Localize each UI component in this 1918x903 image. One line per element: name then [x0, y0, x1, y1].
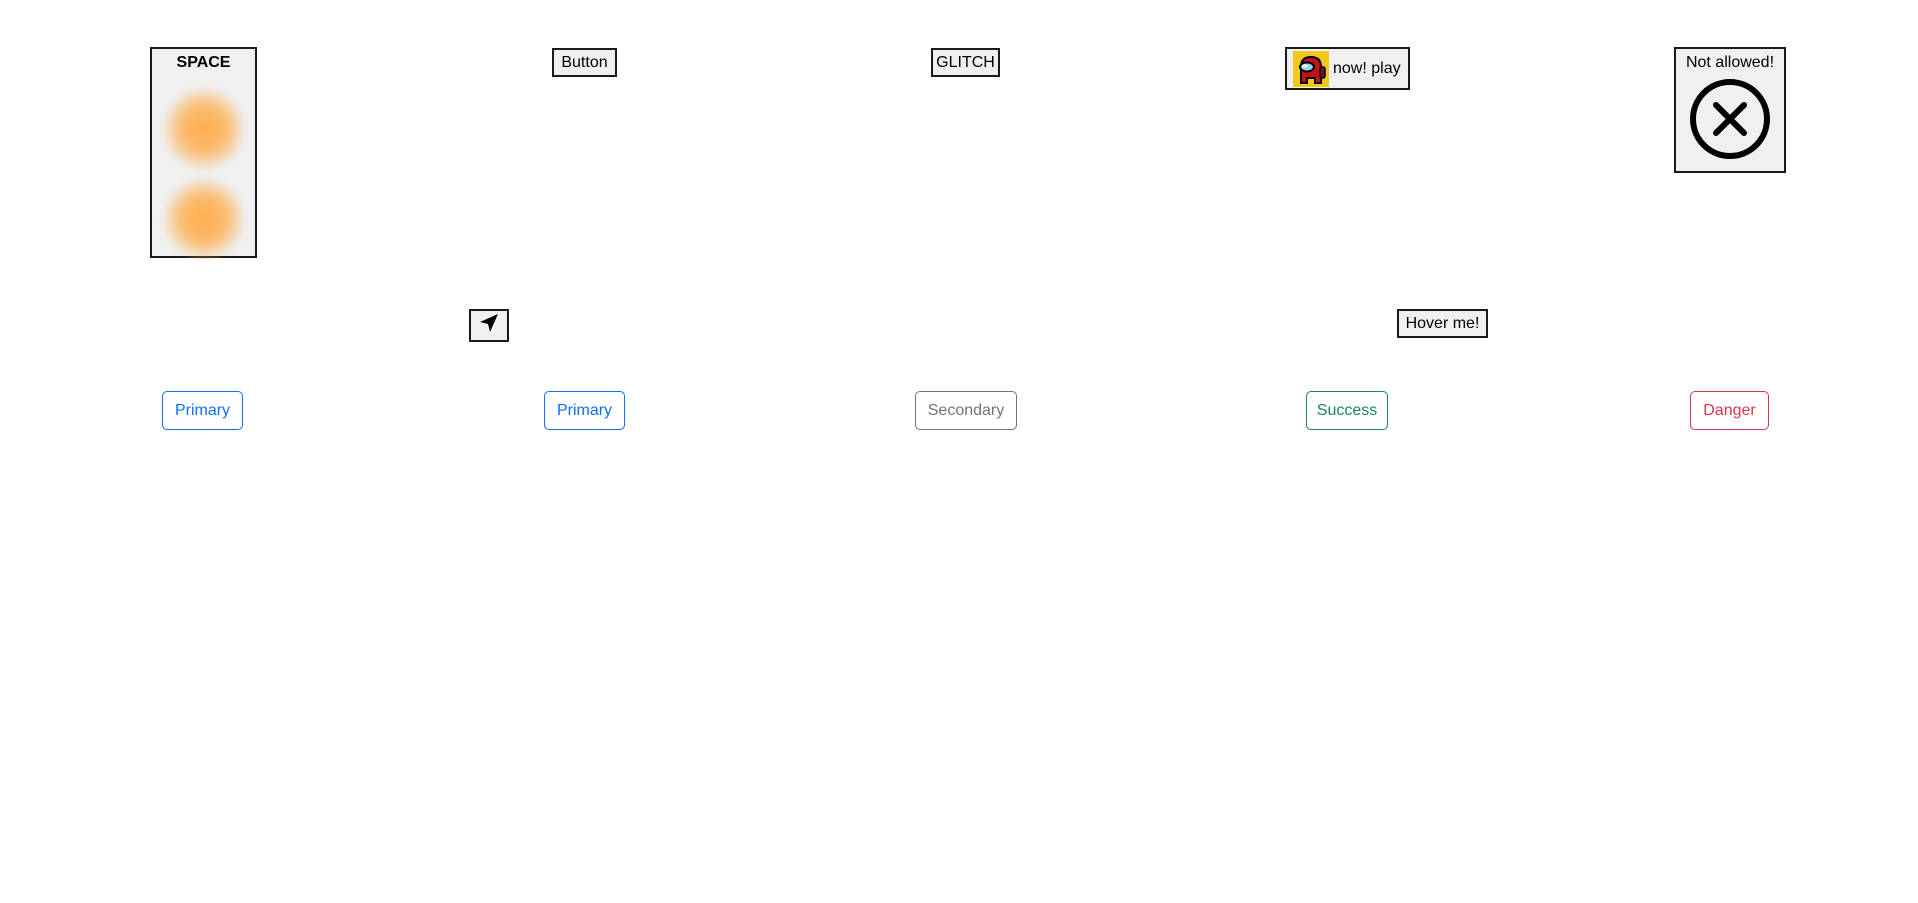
danger-outline-button[interactable]: Danger: [1690, 391, 1769, 430]
plain-button[interactable]: Button: [552, 48, 617, 77]
play-button[interactable]: now! play: [1285, 47, 1410, 90]
primary-button-label: Primary: [174, 401, 231, 419]
success-outline-button[interactable]: Success: [1306, 391, 1388, 430]
primary-button-label: Primary: [556, 401, 613, 419]
space-button[interactable]: SPACE: [150, 47, 257, 261]
secondary-button-label: Secondary: [927, 401, 1005, 419]
glitch-button[interactable]: GLITCH: [931, 48, 1000, 77]
glitch-button-label: GLITCH: [936, 53, 995, 71]
play-button-label: now! play: [1333, 59, 1401, 77]
success-button-label: Success: [1316, 401, 1378, 419]
not-allowed-label: Not allowed!: [1685, 54, 1775, 71]
amongus-icon: [1293, 50, 1329, 87]
hover-button[interactable]: Hover me!: [1397, 309, 1488, 338]
orange-glow-top: [161, 87, 246, 171]
plain-button-label: Button: [561, 53, 608, 71]
danger-button-label: Danger: [1703, 401, 1756, 419]
not-allowed-button[interactable]: Not allowed!: [1674, 47, 1786, 173]
send-button[interactable]: [469, 309, 509, 342]
circle-x-icon: [1689, 78, 1771, 165]
orange-glow-bottom: [161, 177, 246, 261]
primary-outline-button-2[interactable]: Primary: [544, 391, 625, 430]
secondary-outline-button[interactable]: Secondary: [915, 391, 1017, 430]
primary-outline-button-1[interactable]: Primary: [162, 391, 243, 430]
hover-button-label: Hover me!: [1405, 314, 1480, 332]
send-icon: [478, 313, 500, 338]
space-button-label: SPACE: [176, 54, 231, 71]
